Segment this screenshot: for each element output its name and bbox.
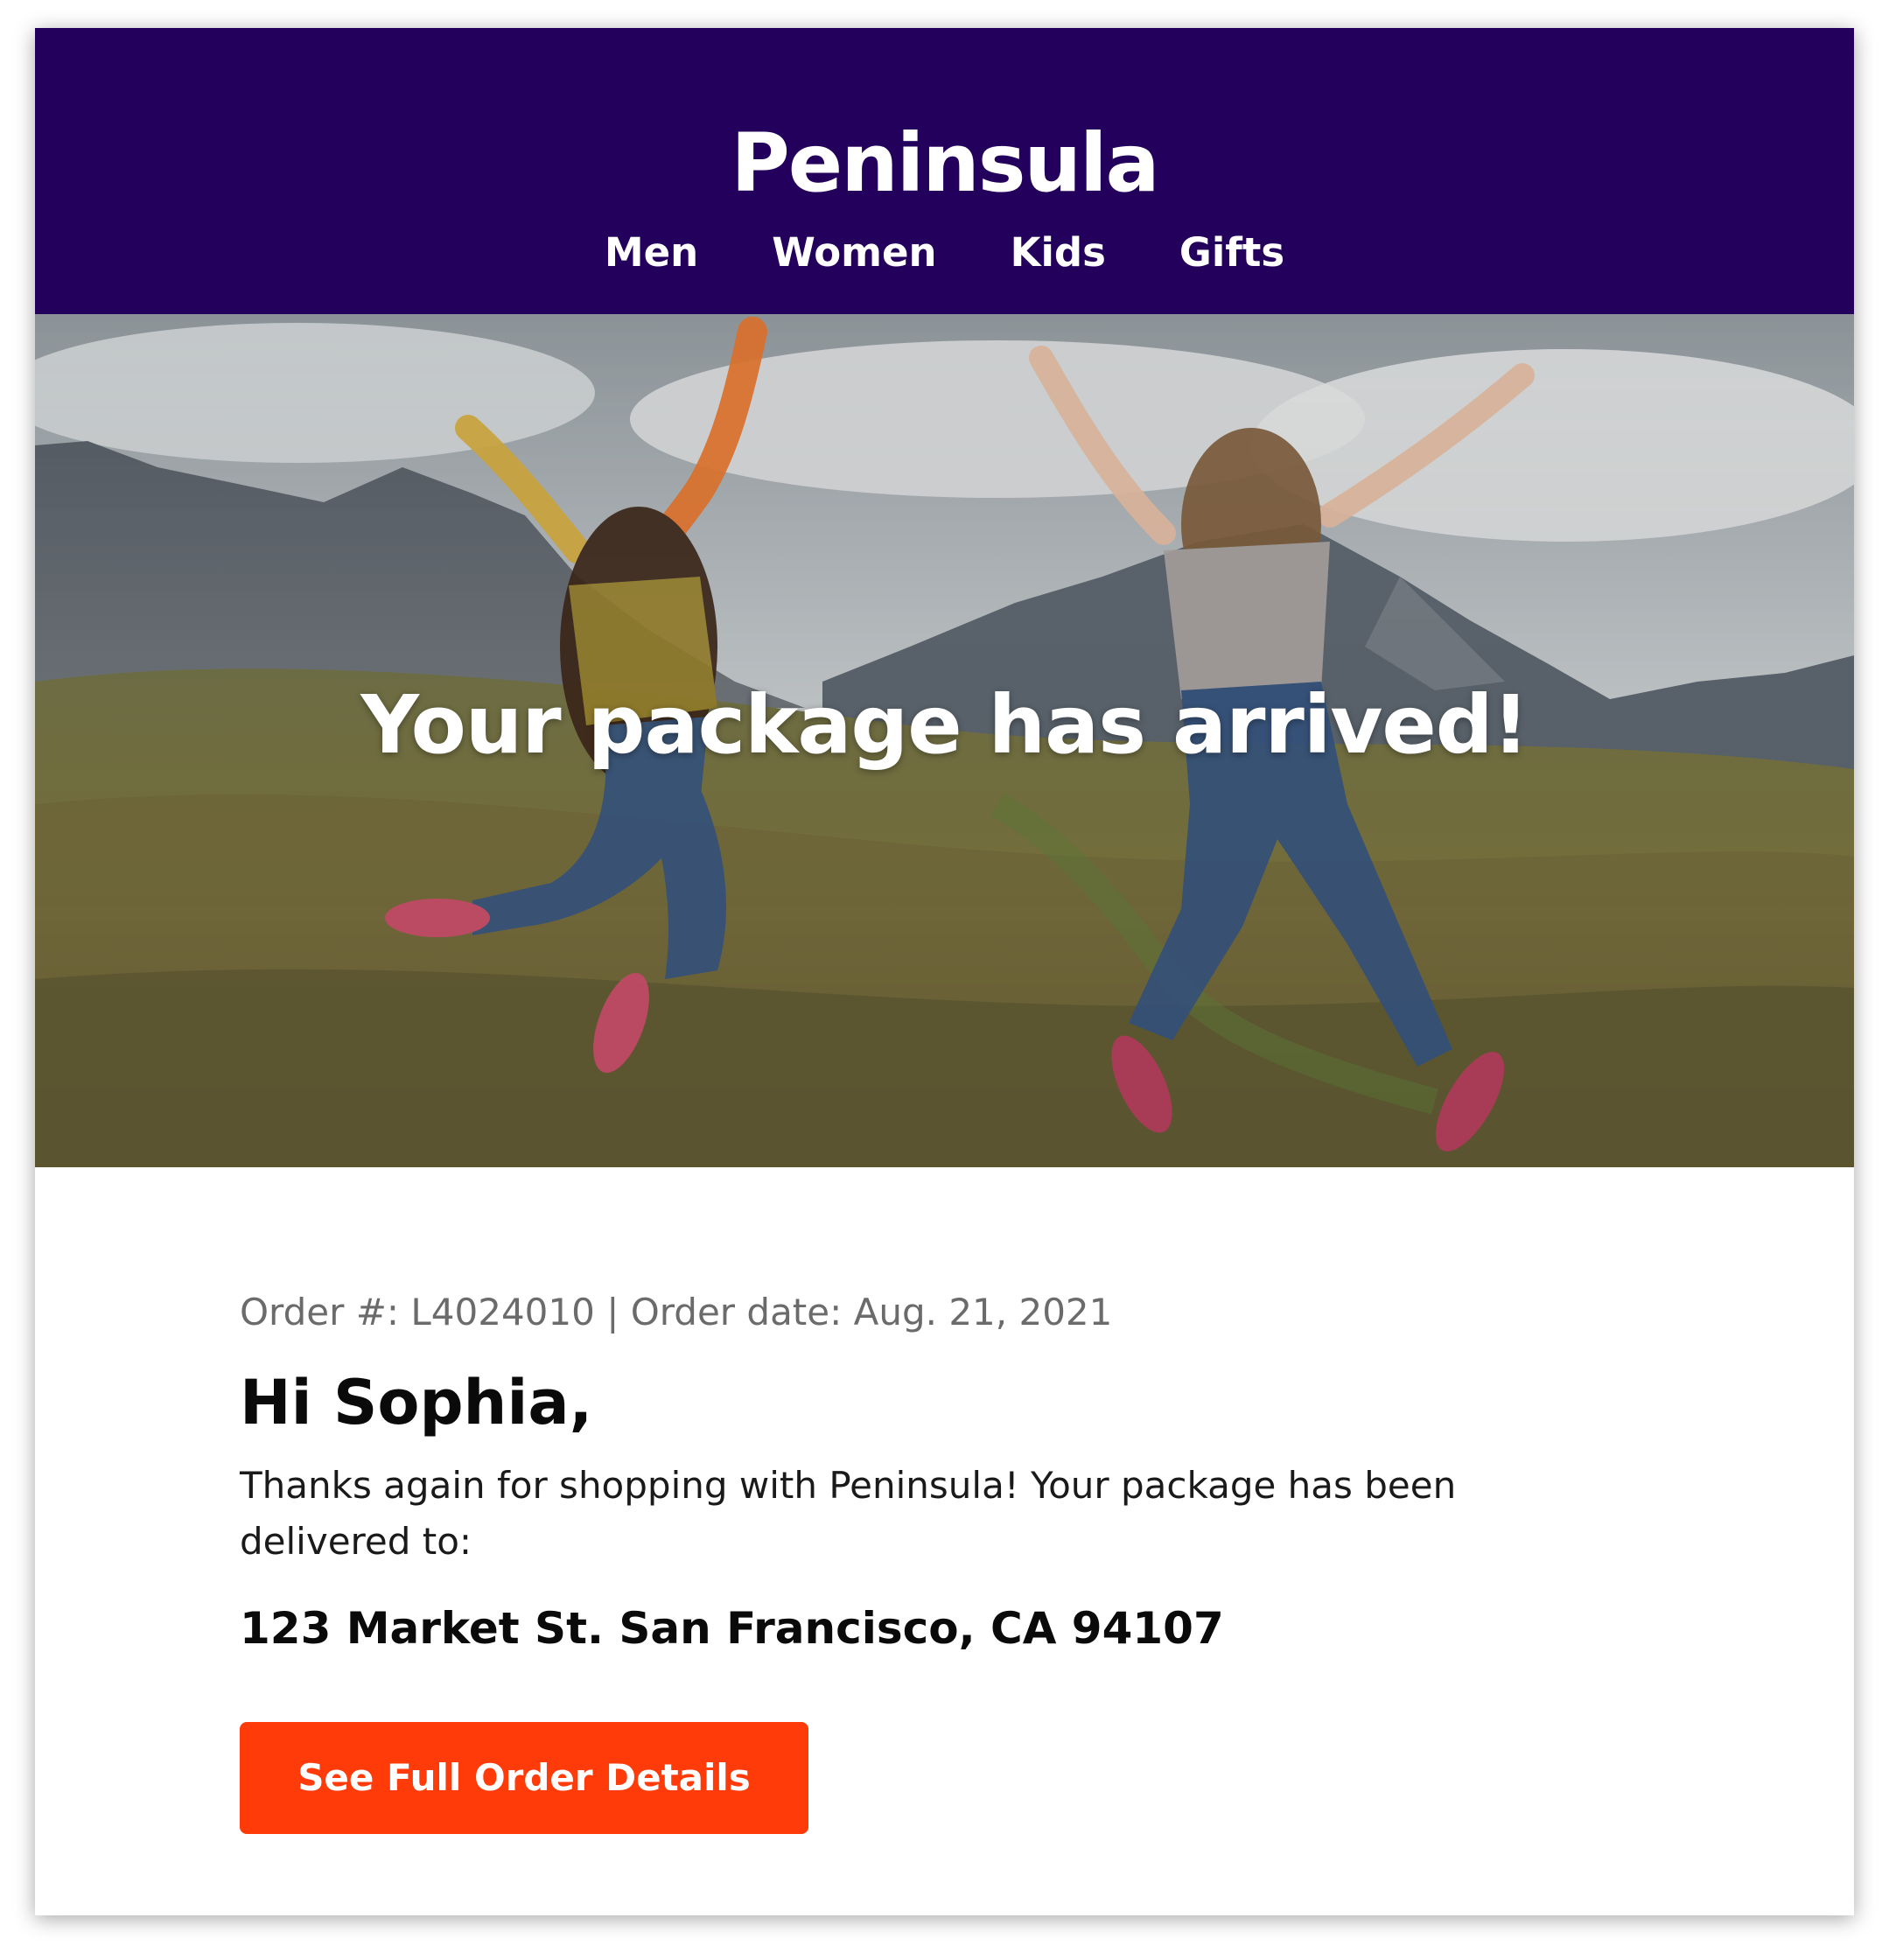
brand-logo[interactable]: Peninsula xyxy=(35,116,1854,212)
nav-item-men[interactable]: Men xyxy=(605,227,698,279)
hero-banner[interactable]: Your package has arrived! xyxy=(35,314,1854,1167)
order-meta: Order #: L4024010 | Order date: Aug. 21,… xyxy=(240,1291,1113,1334)
delivery-message: Thanks again for shopping with Peninsula… xyxy=(240,1464,1457,1563)
greeting-heading: Hi Sophia, xyxy=(240,1367,593,1438)
email-card: Peninsula Men Women Kids Gifts Your pack… xyxy=(35,28,1854,1915)
nav-item-kids[interactable]: Kids xyxy=(1011,227,1106,279)
main-nav: Men Women Kids Gifts xyxy=(35,222,1854,284)
nav-item-gifts[interactable]: Gifts xyxy=(1179,227,1284,279)
hero-title: Your package has arrived! xyxy=(360,678,1529,772)
delivery-address: 123 Market St. San Francisco, CA 94107 xyxy=(240,1603,1224,1654)
email-header: Peninsula Men Women Kids Gifts xyxy=(35,28,1854,314)
see-full-order-details-button[interactable]: See Full Order Details xyxy=(240,1722,808,1834)
nav-item-women[interactable]: Women xyxy=(772,227,936,279)
email-body: Order #: L4024010 | Order date: Aug. 21,… xyxy=(240,1288,1657,1834)
